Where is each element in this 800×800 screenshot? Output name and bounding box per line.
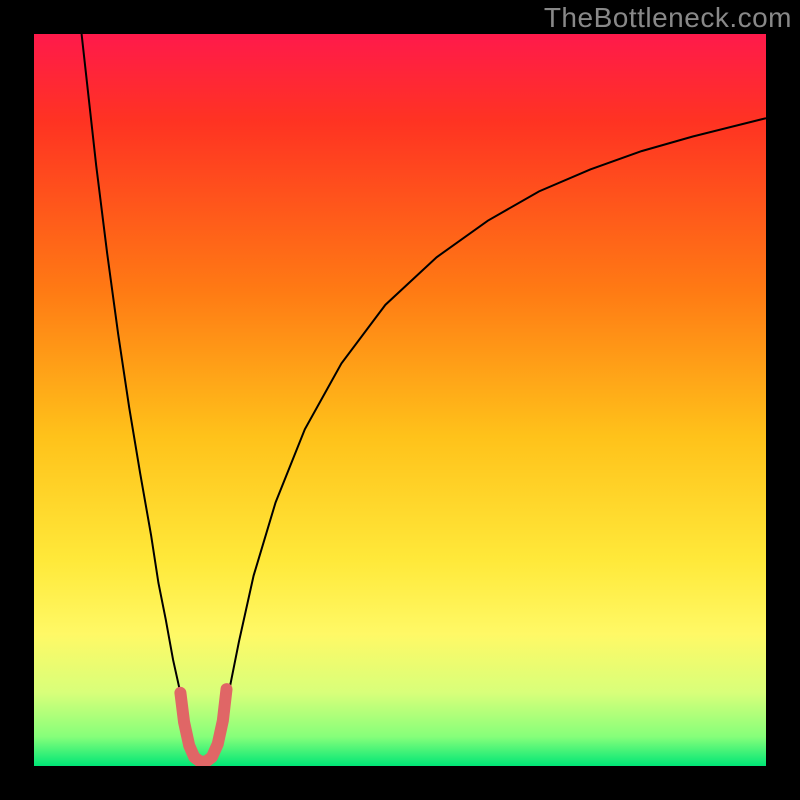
chart-frame: TheBottleneck.com xyxy=(0,0,800,800)
bottleneck-plot xyxy=(34,34,766,766)
plot-background xyxy=(34,34,766,766)
watermark-text: TheBottleneck.com xyxy=(544,2,792,34)
